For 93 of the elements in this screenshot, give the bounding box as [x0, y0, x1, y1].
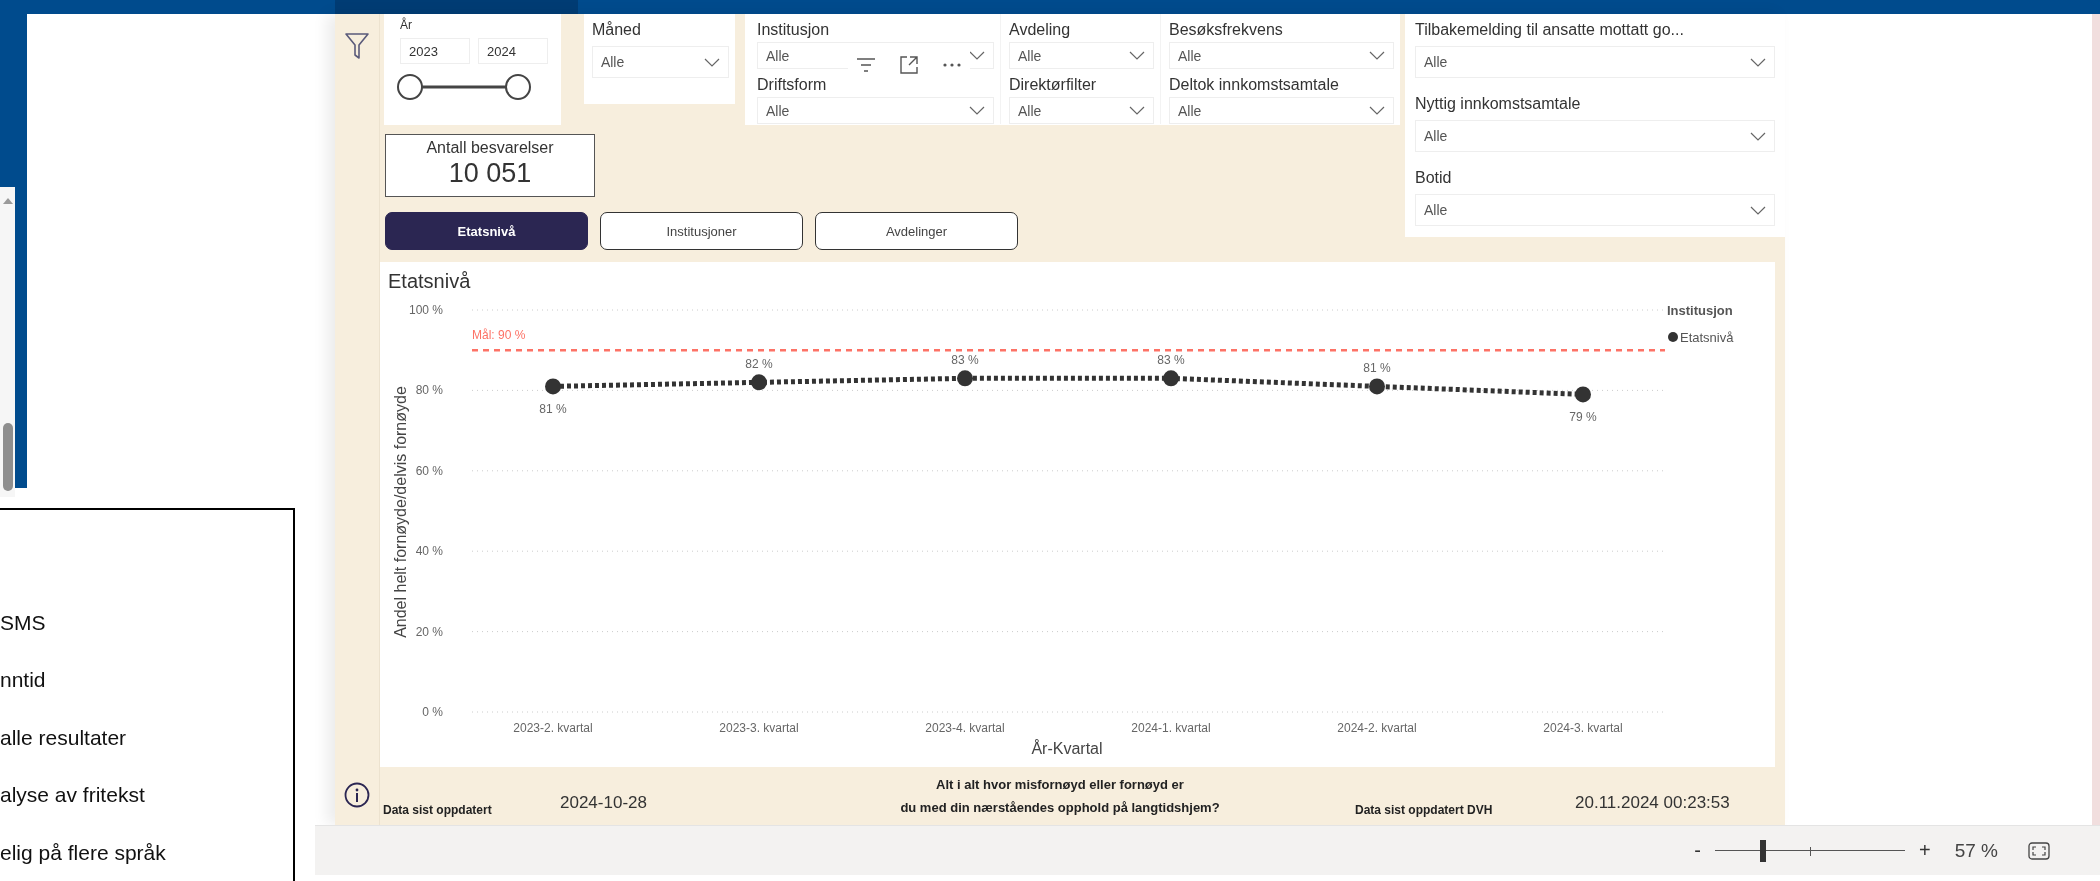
data-point[interactable]: [1575, 386, 1591, 403]
data-point[interactable]: [751, 374, 767, 391]
legend-marker: [1668, 332, 1678, 342]
zoom-out-button[interactable]: -: [1690, 839, 1705, 862]
y-tick-label: 40 %: [415, 544, 443, 559]
slicer-label: Nyttig innkomstsamtale: [1415, 94, 1582, 114]
chevron-icon: [704, 57, 720, 67]
dropdown[interactable]: Alle: [1009, 97, 1154, 124]
y-tick-label: 100 %: [408, 303, 443, 317]
slicer-label: Direktørfilter: [1009, 75, 1098, 95]
expand-icon[interactable]: [898, 54, 920, 76]
view-button[interactable]: Avdelinger: [815, 212, 1018, 250]
chevron-icon: [1750, 57, 1766, 67]
chart-title: Etatsnivå: [388, 270, 471, 292]
view-button[interactable]: Etatsnivå: [385, 212, 588, 250]
dropdown[interactable]: Alle: [1169, 97, 1394, 124]
x-tick-label: 2023-4. kvartal: [925, 721, 1005, 735]
chevron-icon: [969, 106, 985, 115]
scrollbar[interactable]: [0, 187, 15, 497]
year-from-field[interactable]: 2023: [400, 38, 470, 64]
card-label: Antall besvarelser: [426, 139, 554, 157]
x-tick-label: 2023-2. kvartal: [513, 721, 593, 735]
card-value: 10 051: [448, 158, 532, 189]
view-button[interactable]: Institusjoner: [600, 212, 803, 250]
slicer-label: Botid: [1415, 168, 1453, 188]
data-label: 79 %: [1569, 410, 1597, 425]
data-point[interactable]: [545, 378, 561, 395]
dropdown[interactable]: Alle: [1169, 42, 1394, 69]
chevron-icon: [1129, 106, 1145, 115]
dropdown[interactable]: Alle: [1415, 120, 1775, 152]
slicer-label: Institusjon: [757, 20, 831, 40]
dropdown[interactable]: Alle: [757, 97, 994, 124]
year-to-field[interactable]: 2024: [478, 38, 548, 64]
zoom-in-button[interactable]: +: [1915, 839, 1935, 862]
chevron-icon: [969, 51, 985, 60]
scroll-thumb[interactable]: [2, 423, 13, 491]
data-point[interactable]: [1163, 370, 1179, 387]
filter-icon[interactable]: [345, 32, 369, 60]
slicer-label: Besøksfrekvens: [1169, 20, 1284, 40]
data-point[interactable]: [1369, 378, 1385, 395]
updated-label: Data sist oppdatert: [383, 803, 493, 817]
dvh-updated-date: 20.11.2024 00:23:53: [1575, 793, 1731, 813]
data-label: 83 %: [1157, 353, 1185, 368]
dropdown[interactable]: Alle: [591, 46, 729, 78]
dvh-updated-label: Data sist oppdatert DVH: [1355, 803, 1494, 817]
range-slider[interactable]: [396, 72, 532, 102]
more-icon[interactable]: [942, 62, 962, 68]
target-label: Mål: 90 %: [472, 328, 526, 343]
data-point[interactable]: [957, 370, 973, 387]
slicer-label: Måned: [591, 20, 642, 40]
chevron-icon: [1369, 106, 1385, 115]
y-tick-label: 20 %: [415, 624, 443, 639]
list-line: alyse av fritekst: [0, 782, 146, 808]
y-tick-label: 60 %: [415, 463, 443, 478]
slicer-label: År: [400, 18, 413, 32]
legend-title: Institusjon: [1667, 303, 1733, 318]
y-axis-label: Andel helt fornøyde/delvis fornøyde: [392, 386, 409, 638]
zoom-percent: 57 %: [1954, 839, 1998, 862]
data-label: 82 %: [745, 357, 773, 372]
x-tick-label: 2024-2. kvartal: [1337, 721, 1417, 735]
slicer-label: Tilbakemelding til ansatte mottatt go...: [1415, 20, 1685, 40]
data-label: 83 %: [951, 353, 979, 368]
chevron-icon: [1129, 51, 1145, 60]
list-line: alle resultater: [0, 724, 128, 751]
list-line: nntid: [0, 667, 47, 693]
dropdown[interactable]: Alle: [1415, 194, 1775, 226]
x-tick-label: 2024-1. kvartal: [1131, 721, 1211, 735]
legend-label: Etatsnivå: [1680, 330, 1734, 345]
question-text: Alt i alt hvor misfornøyd eller fornøyd er du med din nærståendes opphold på langtidshjem?: [899, 776, 1221, 817]
slider-thumb[interactable]: [505, 74, 531, 100]
data-label: 81 %: [1363, 361, 1391, 376]
list-line: SMS: [0, 609, 47, 636]
slicer-label: Driftsform: [757, 75, 828, 95]
slicer-label: Avdeling: [1009, 20, 1072, 40]
x-axis-label: År-Kvartal: [1031, 740, 1103, 757]
fit-page-icon[interactable]: [2028, 841, 2050, 860]
zoom-thumb[interactable]: [1759, 839, 1766, 862]
data-label: 81 %: [539, 402, 567, 417]
chevron-icon: [1369, 51, 1385, 60]
updated-date: 2024-10-28: [560, 793, 648, 813]
dropdown[interactable]: Alle: [1415, 46, 1775, 78]
x-tick-label: 2023-3. kvartal: [719, 721, 799, 735]
scroll-up-icon[interactable]: [1, 197, 14, 205]
sort-lines-icon[interactable]: [856, 57, 876, 73]
x-tick-label: 2024-3. kvartal: [1543, 721, 1623, 735]
list-line: elig på flere språk: [0, 839, 167, 866]
y-tick-label: 80 %: [415, 383, 443, 398]
chevron-icon: [1750, 205, 1766, 215]
slicer-label: Deltok innkomstsamtale: [1169, 75, 1340, 95]
y-tick-label: 0 %: [422, 705, 443, 719]
dropdown[interactable]: Alle: [1009, 42, 1154, 69]
chevron-icon: [1750, 131, 1766, 141]
info-icon[interactable]: [344, 782, 370, 808]
